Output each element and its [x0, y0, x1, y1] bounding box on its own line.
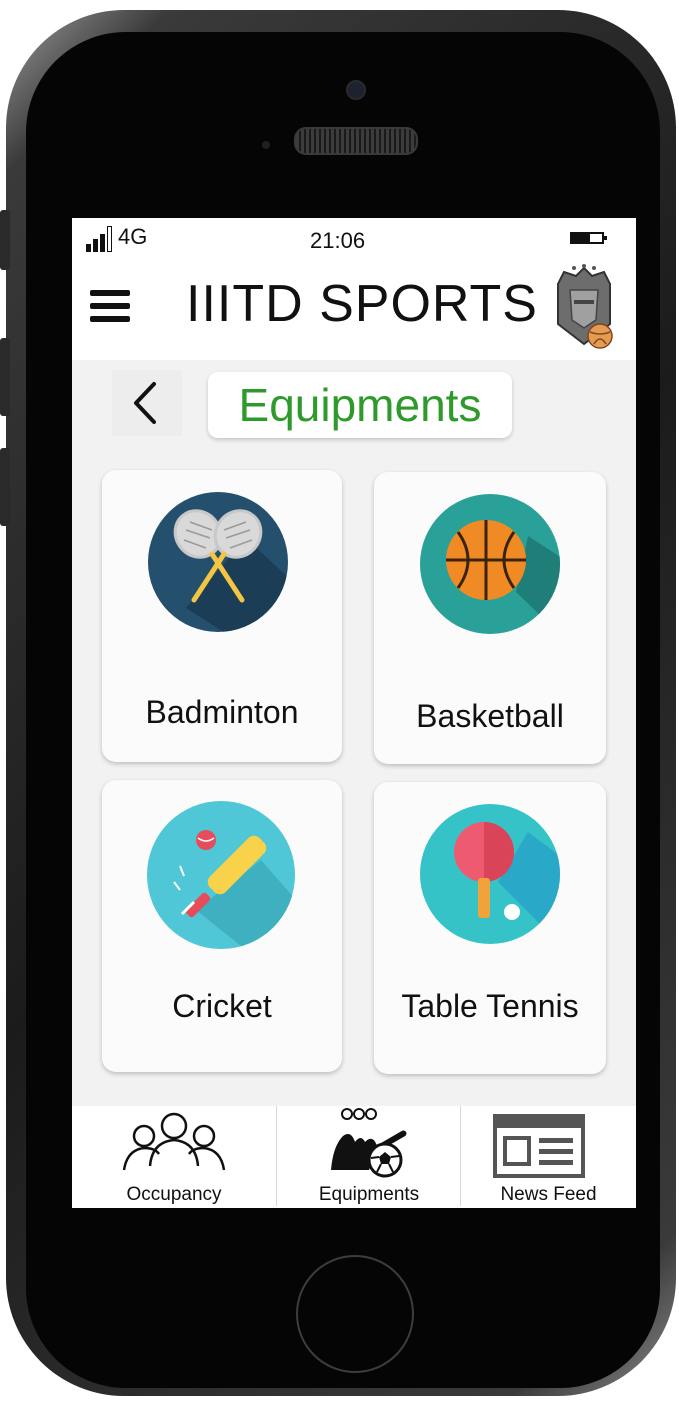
team-logo-icon [557, 264, 613, 349]
nav-item-occupancy[interactable]: Occupancy [72, 1106, 276, 1208]
card-label: Badminton [145, 694, 299, 730]
menu-icon[interactable] [90, 290, 130, 322]
nav-item-news-feed[interactable]: News Feed [461, 1106, 636, 1208]
card-cricket[interactable]: Cricket [102, 780, 342, 1072]
card-badminton[interactable]: Badminton [102, 470, 342, 762]
screen: 4G 21:06 IIITD SPORTS Equipments Badmint… [72, 218, 636, 1208]
card-table-tennis[interactable]: Table Tennis [374, 782, 606, 1074]
badminton-rackets-icon [148, 492, 288, 632]
side-button [0, 210, 10, 270]
cricket-bat-ball-icon [147, 801, 295, 949]
proximity-sensor [262, 141, 270, 149]
newspaper-icon [493, 1114, 585, 1178]
earpiece-speaker [294, 127, 418, 155]
sports-equipment-icon [331, 1108, 407, 1178]
page-title: Equipments [208, 372, 512, 438]
home-button[interactable] [296, 1255, 414, 1373]
card-label: Table Tennis [401, 988, 579, 1024]
bottom-nav: Occupancy Equipments News Feed [72, 1106, 636, 1208]
card-label: Basketball [416, 698, 564, 734]
nav-label: Equipments [318, 1184, 420, 1205]
table-tennis-paddle-icon [420, 804, 560, 944]
back-button[interactable] [112, 370, 182, 436]
front-camera [346, 80, 366, 100]
nav-item-equipments[interactable]: Equipments [277, 1106, 461, 1208]
status-bar: 4G 21:06 [72, 218, 636, 256]
battery-icon [570, 232, 607, 244]
basketball-icon [420, 494, 560, 634]
volume-down-button [0, 448, 10, 526]
network-type: 4G [118, 224, 148, 249]
card-label: Cricket [172, 988, 272, 1024]
app-title: IIITD SPORTS [186, 275, 538, 333]
nav-label: Occupancy [126, 1184, 222, 1205]
app-bar: IIITD SPORTS [72, 256, 636, 360]
status-time: 21:06 [310, 228, 366, 253]
card-basketball[interactable]: Basketball [374, 472, 606, 764]
volume-up-button [0, 338, 10, 416]
chevron-left-icon [134, 382, 156, 424]
signal-icon [86, 226, 112, 252]
people-group-icon [122, 1112, 226, 1171]
nav-label: News Feed [500, 1184, 597, 1205]
